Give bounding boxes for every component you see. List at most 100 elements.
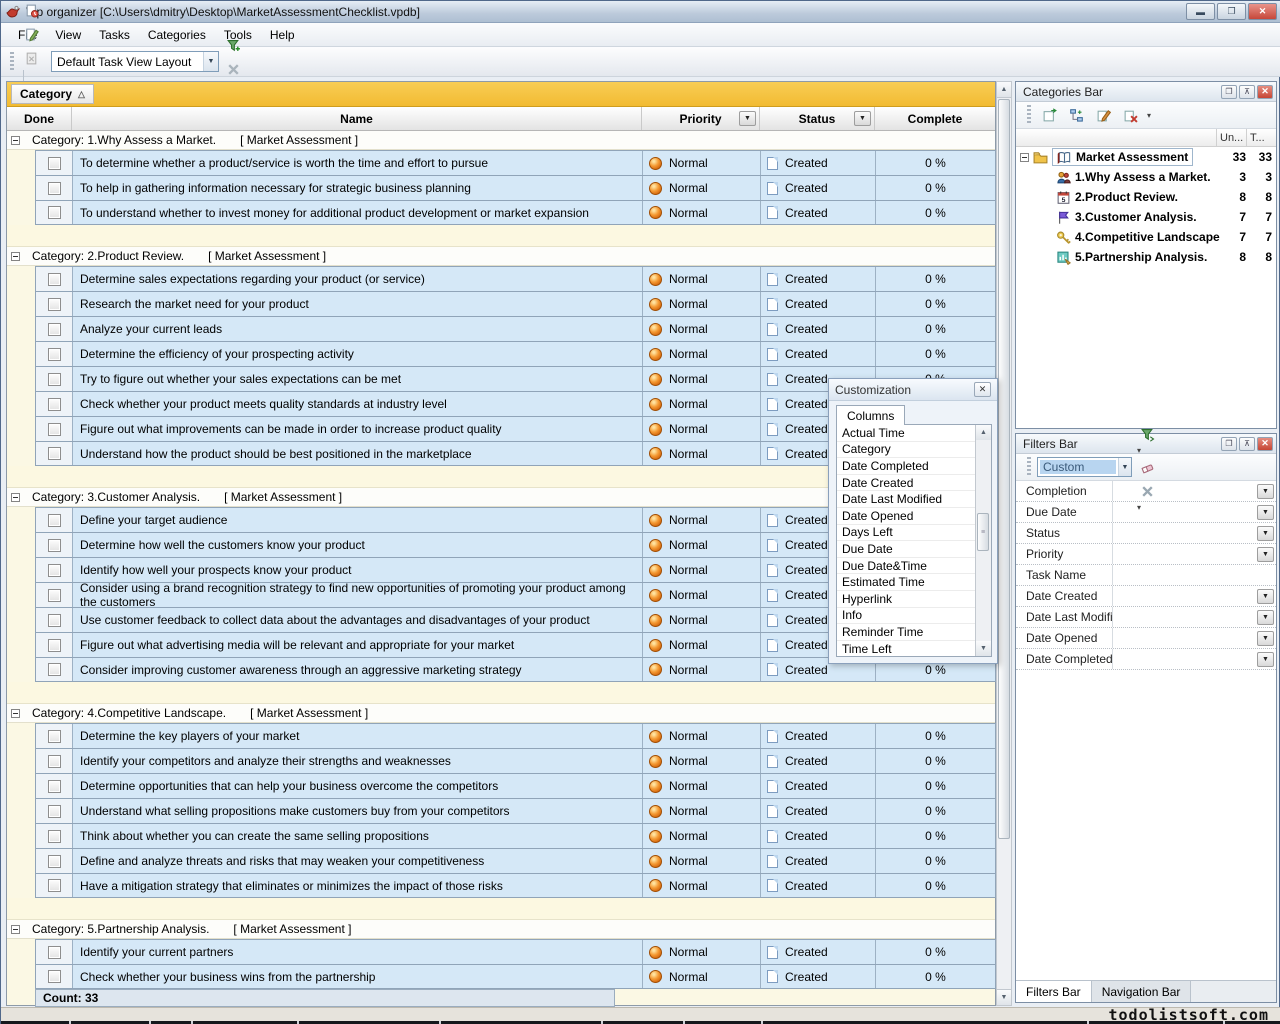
priority-cell[interactable]: Normal (643, 367, 761, 391)
task-name-cell[interactable]: Determine sales expectations regarding y… (73, 267, 643, 291)
task-name-cell[interactable]: Think about whether you can create the s… (73, 824, 643, 848)
edit-task-icon[interactable] (19, 22, 43, 46)
column-option-date-created[interactable]: Date Created (837, 475, 975, 492)
status-cell[interactable]: Created (761, 849, 876, 873)
done-checkbox[interactable] (48, 398, 61, 411)
filter-value-field[interactable] (1113, 523, 1257, 543)
apply-filter-icon[interactable] (1135, 422, 1159, 446)
tree-item-market-assessment[interactable]: Market Assessment (1052, 148, 1193, 166)
column-option-actual-time[interactable]: Actual Time (837, 425, 975, 442)
panel-close-icon[interactable]: ✕ (1257, 85, 1273, 99)
panel-restore-icon[interactable]: ❐ (1221, 85, 1237, 99)
done-checkbox[interactable] (48, 639, 61, 652)
task-name-cell[interactable]: Analyze your current leads (73, 317, 643, 341)
column-header-status[interactable]: Status ▼ (760, 107, 875, 130)
column-header-done[interactable]: Done (7, 107, 72, 130)
task-name-cell[interactable]: To understand whether to invest money fo… (73, 201, 643, 224)
task-name-cell[interactable]: Identify your current partners (73, 940, 643, 964)
status-cell[interactable]: Created (761, 749, 876, 773)
tree-row-root[interactable]: Market Assessment3333 (1016, 147, 1276, 167)
chevron-down-icon[interactable]: ▼ (203, 52, 218, 71)
panel-close-icon[interactable]: ✕ (1257, 437, 1273, 451)
task-name-cell[interactable]: Consider improving customer awareness th… (73, 658, 643, 681)
done-checkbox[interactable] (48, 564, 61, 577)
task-row[interactable]: Determine the efficiency of your prospec… (35, 341, 996, 366)
tree-item-category-1[interactable]: 1.Why Assess a Market.33 (1016, 167, 1276, 187)
toolbar-grip[interactable] (1027, 457, 1031, 477)
task-name-cell[interactable]: Determine the efficiency of your prospec… (73, 342, 643, 366)
done-checkbox[interactable] (48, 273, 61, 286)
collapse-icon[interactable] (11, 709, 20, 718)
priority-cell[interactable]: Normal (643, 508, 761, 532)
priority-cell[interactable]: Normal (643, 201, 761, 224)
done-checkbox[interactable] (48, 206, 61, 219)
done-checkbox[interactable] (48, 946, 61, 959)
done-checkbox[interactable] (48, 663, 61, 676)
chevron-down-icon[interactable]: ▼ (1257, 505, 1274, 520)
status-cell[interactable]: Created (761, 292, 876, 316)
done-checkbox[interactable] (48, 730, 61, 743)
priority-cell[interactable]: Normal (643, 965, 761, 988)
done-checkbox[interactable] (48, 780, 61, 793)
priority-cell[interactable]: Normal (643, 940, 761, 964)
status-cell[interactable]: Created (761, 774, 876, 798)
column-option-due-date[interactable]: Due Date (837, 541, 975, 558)
priority-cell[interactable]: Normal (643, 342, 761, 366)
priority-cell[interactable]: Normal (643, 633, 761, 657)
priority-cell[interactable]: Normal (643, 583, 761, 607)
total-column-header[interactable]: T... (1246, 129, 1276, 146)
add-subcategory-icon[interactable] (1064, 103, 1088, 127)
tab-navigation-bar[interactable]: Navigation Bar (1092, 981, 1192, 1002)
done-checkbox[interactable] (48, 423, 61, 436)
chevron-down-icon[interactable]: ▼ (1257, 526, 1274, 541)
task-row[interactable]: Have a mitigation strategy that eliminat… (35, 873, 996, 898)
category-group-header[interactable]: Category: 4.Competitive Landscape.[ Mark… (7, 704, 995, 723)
collapse-icon[interactable] (11, 493, 20, 502)
done-checkbox[interactable] (48, 348, 61, 361)
panel-pin-icon[interactable]: ⊼ (1239, 85, 1255, 99)
category-group-header[interactable]: Category: 2.Product Review.[ Market Asse… (7, 247, 995, 266)
title-bar[interactable]: Vip organizer [C:\Users\dmitry\Desktop\M… (1, 1, 1280, 23)
task-row[interactable]: Define and analyze threats and risks tha… (35, 848, 996, 873)
chevron-down-icon[interactable]: ▼ (1118, 458, 1131, 476)
task-name-cell[interactable]: Use customer feedback to collect data ab… (73, 608, 643, 632)
tree-item-category-3[interactable]: 3.Customer Analysis.77 (1016, 207, 1276, 227)
column-header-complete[interactable]: Complete (875, 107, 995, 130)
column-option-reminder-time[interactable]: Reminder Time (837, 624, 975, 641)
add-category-icon[interactable] (1037, 103, 1061, 127)
task-name-cell[interactable]: Determine the key players of your market (73, 724, 643, 748)
task-name-cell[interactable]: Try to figure out whether your sales exp… (73, 367, 643, 391)
priority-cell[interactable]: Normal (643, 849, 761, 873)
status-cell[interactable]: Created (761, 940, 876, 964)
toolbar-grip[interactable] (10, 52, 14, 72)
done-checkbox[interactable] (48, 755, 61, 768)
filter-value-field[interactable] (1113, 544, 1257, 564)
status-cell[interactable]: Created (761, 317, 876, 341)
done-checkbox[interactable] (48, 157, 61, 170)
chevron-down-icon[interactable]: ▼ (1257, 652, 1274, 667)
task-row[interactable]: Determine sales expectations regarding y… (35, 266, 996, 291)
priority-cell[interactable]: Normal (643, 824, 761, 848)
category-group-header[interactable]: Category: 1.Why Assess a Market.[ Market… (7, 131, 995, 150)
layout-combobox[interactable]: Default Task View Layout ▼ (51, 51, 219, 72)
column-option-due-date-time[interactable]: Due Date&Time (837, 558, 975, 575)
task-name-cell[interactable]: Check whether your business wins from th… (73, 965, 643, 988)
task-name-cell[interactable]: Define and analyze threats and risks tha… (73, 849, 643, 873)
collapse-icon[interactable] (11, 252, 20, 261)
restore-button[interactable]: ❐ (1217, 3, 1246, 20)
column-option-date-last-modified[interactable]: Date Last Modified (837, 491, 975, 508)
priority-cell[interactable]: Normal (643, 417, 761, 441)
tree-item-category-5[interactable]: 5.Partnership Analysis.88 (1016, 247, 1276, 267)
tree-item-category-4[interactable]: 4.Competitive Landscape77 (1016, 227, 1276, 247)
menu-categories[interactable]: Categories (139, 25, 215, 45)
task-name-cell[interactable]: Define your target audience (73, 508, 643, 532)
filter-value-field[interactable] (1113, 607, 1257, 627)
task-name-cell[interactable]: Identify your competitors and analyze th… (73, 749, 643, 773)
status-cell[interactable]: Created (761, 267, 876, 291)
done-checkbox[interactable] (48, 855, 61, 868)
priority-cell[interactable]: Normal (643, 658, 761, 681)
priority-cell[interactable]: Normal (643, 874, 761, 897)
done-checkbox[interactable] (48, 447, 61, 460)
category-group-header[interactable]: Category: 5.Partnership Analysis.[ Marke… (7, 920, 995, 939)
column-option-category[interactable]: Category (837, 442, 975, 459)
